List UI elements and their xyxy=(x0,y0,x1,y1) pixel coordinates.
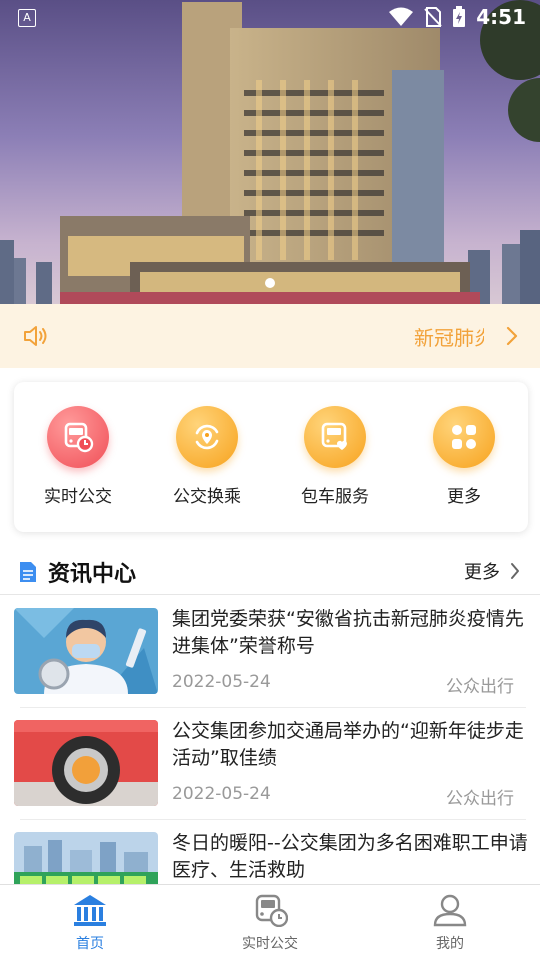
notice-text[interactable]: 新冠肺炎疫情防控 xyxy=(414,322,484,351)
notice-bar[interactable]: 新冠肺炎疫情防控 xyxy=(0,304,540,368)
bus-clock-icon xyxy=(255,894,289,928)
menu-label: 包车服务 xyxy=(301,487,369,507)
menu-label: 实时公交 xyxy=(44,487,112,507)
nav-label: 我的 xyxy=(436,936,464,952)
home-bank-icon xyxy=(74,895,106,926)
hero-banner[interactable] xyxy=(0,0,540,304)
nav-home[interactable]: 首页 xyxy=(0,885,180,961)
news-date: 2022-05-24 xyxy=(172,672,271,692)
app-notification-icon: A xyxy=(18,9,36,27)
bus-clock-icon xyxy=(47,406,109,468)
document-icon xyxy=(20,562,36,582)
grid-more-icon xyxy=(433,406,495,468)
news-title: 冬日的暖阳--公交集团为多名困难职工申请医疗、生活救助 xyxy=(172,832,528,881)
news-more-link[interactable]: 更多 xyxy=(464,558,500,584)
user-icon xyxy=(433,894,467,927)
news-section-header: 资讯中心 更多 xyxy=(0,548,540,594)
banner-pagination xyxy=(0,278,540,288)
news-date: 2022-05-24 xyxy=(172,784,271,804)
menu-more[interactable]: 更多 xyxy=(400,406,528,507)
battery-charging-icon xyxy=(453,6,466,27)
speaker-icon xyxy=(24,326,47,346)
nav-profile[interactable]: 我的 xyxy=(360,885,540,961)
news-thumbnail-doctor xyxy=(14,608,158,694)
news-source: 公众出行 xyxy=(446,677,514,697)
menu-realtime-bus[interactable]: 实时公交 xyxy=(14,406,142,507)
news-title: 公交集团参加交通局举办的“迎新年徒步走活动”取佳绩 xyxy=(172,720,524,769)
news-item[interactable]: 公交集团参加交通局举办的“迎新年徒步走活动”取佳绩 2022-05-24 公众出… xyxy=(0,708,540,820)
news-thumbnail-bus-wheel xyxy=(14,720,158,806)
news-section-title: 资讯中心 xyxy=(48,562,137,587)
banner-dot[interactable] xyxy=(265,278,275,288)
nav-label: 首页 xyxy=(76,936,104,952)
news-source: 公众出行 xyxy=(446,789,514,809)
news-title: 集团党委荣获“安徽省抗击新冠肺炎疫情先进集体”荣誉称号 xyxy=(172,608,524,657)
menu-charter-service[interactable]: 包车服务 xyxy=(271,406,399,507)
divider xyxy=(0,594,540,595)
menu-bus-transfer[interactable]: 公交换乘 xyxy=(143,406,271,507)
transfer-icon xyxy=(176,406,238,468)
bottom-navigation: 首页 实时公交 我的 xyxy=(0,884,540,961)
quick-menu-card: 实时公交 公交换乘 包车服务 更多 xyxy=(14,382,528,532)
wifi-icon xyxy=(389,7,414,26)
clock-time: 4:51 xyxy=(476,5,526,29)
nav-label: 实时公交 xyxy=(242,936,298,952)
menu-label: 公交换乘 xyxy=(173,487,241,507)
news-item[interactable]: 集团党委荣获“安徽省抗击新冠肺炎疫情先进集体”荣誉称号 2022-05-24 公… xyxy=(0,596,540,708)
menu-label: 更多 xyxy=(447,487,481,507)
no-sim-icon xyxy=(424,7,442,27)
bus-heart-icon xyxy=(304,406,366,468)
nav-realtime-bus[interactable]: 实时公交 xyxy=(180,885,360,961)
chevron-right-icon[interactable] xyxy=(510,562,520,580)
status-bar: A 4:51 xyxy=(0,0,540,34)
chevron-right-icon[interactable] xyxy=(506,326,518,346)
